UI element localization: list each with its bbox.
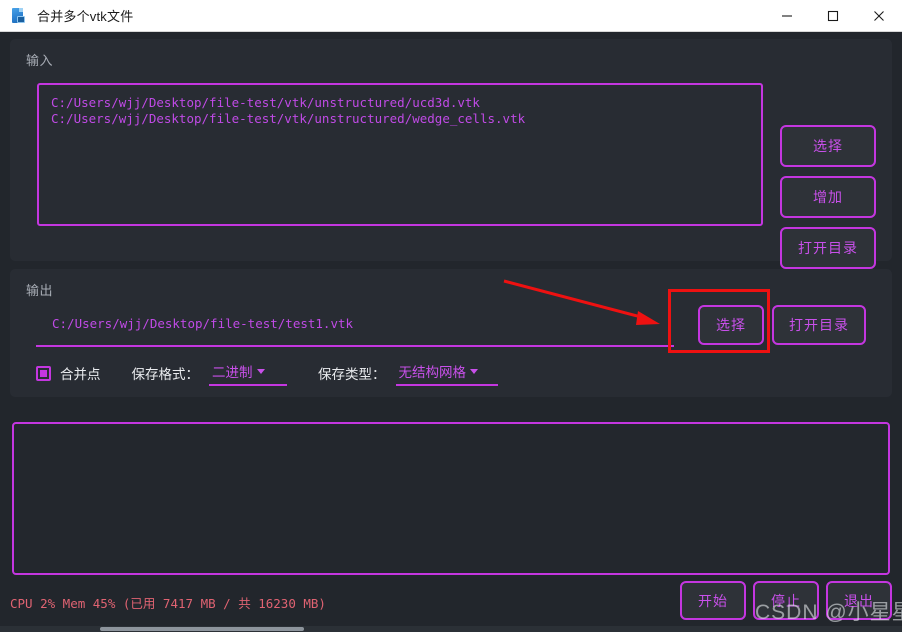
exit-button[interactable]: 退出 bbox=[826, 581, 892, 620]
vtk-file-icon bbox=[11, 7, 27, 24]
merge-points-checkbox[interactable] bbox=[36, 365, 51, 381]
save-format-label: 保存格式： bbox=[131, 367, 200, 382]
horizontal-scrollbar-thumb[interactable] bbox=[100, 627, 304, 631]
log-output-area[interactable] bbox=[12, 422, 890, 575]
chevron-down-icon bbox=[470, 368, 478, 374]
minimize-icon[interactable] bbox=[764, 0, 810, 31]
input-group-title: 输入 bbox=[26, 53, 54, 68]
save-format-value: 二进制 bbox=[212, 365, 253, 380]
output-select-button[interactable]: 选择 bbox=[698, 305, 764, 345]
output-path-field[interactable]: C:/Users/wjj/Desktop/file-test/test1.vtk bbox=[36, 316, 674, 331]
start-button[interactable]: 开始 bbox=[680, 581, 746, 620]
output-path-underline bbox=[36, 345, 674, 347]
stop-button[interactable]: 停止 bbox=[753, 581, 819, 620]
checkbox-fill bbox=[40, 369, 47, 377]
maximize-icon[interactable] bbox=[810, 0, 856, 31]
merge-points-label: 合并点 bbox=[60, 367, 101, 382]
input-add-button[interactable]: 增加 bbox=[780, 176, 876, 218]
output-options-row: 合并点 保存格式： 二进制 保存类型： 无结构网格 bbox=[36, 360, 498, 386]
resource-status-text: CPU 2% Mem 45% (已用 7417 MB / 共 16230 MB) bbox=[10, 596, 326, 611]
output-group-title: 输出 bbox=[26, 283, 54, 298]
save-type-dropdown[interactable]: 无结构网格 bbox=[395, 360, 498, 386]
window-controls bbox=[764, 0, 902, 31]
input-file-list[interactable]: C:/Users/wjj/Desktop/file-test/vtk/unstr… bbox=[37, 83, 763, 226]
input-group: 输入 C:/Users/wjj/Desktop/file-test/vtk/un… bbox=[10, 39, 892, 269]
input-select-button[interactable]: 选择 bbox=[780, 125, 876, 167]
list-item[interactable]: C:/Users/wjj/Desktop/file-test/vtk/unstr… bbox=[51, 111, 749, 127]
save-type-label: 保存类型： bbox=[318, 367, 386, 382]
list-item[interactable]: C:/Users/wjj/Desktop/file-test/vtk/unstr… bbox=[51, 95, 749, 111]
output-open-dir-button[interactable]: 打开目录 bbox=[772, 305, 866, 345]
app-window: 合并多个vtk文件 输入 C:/Users/wjj/Desktop/file-t… bbox=[0, 0, 902, 632]
close-icon[interactable] bbox=[856, 0, 902, 31]
save-type-value: 无结构网格 bbox=[398, 365, 467, 380]
window-title: 合并多个vtk文件 bbox=[37, 9, 134, 24]
chevron-down-icon bbox=[256, 368, 265, 374]
title-bar: 合并多个vtk文件 bbox=[0, 0, 902, 32]
save-format-dropdown[interactable]: 二进制 bbox=[209, 360, 287, 386]
input-open-dir-button[interactable]: 打开目录 bbox=[780, 227, 876, 269]
